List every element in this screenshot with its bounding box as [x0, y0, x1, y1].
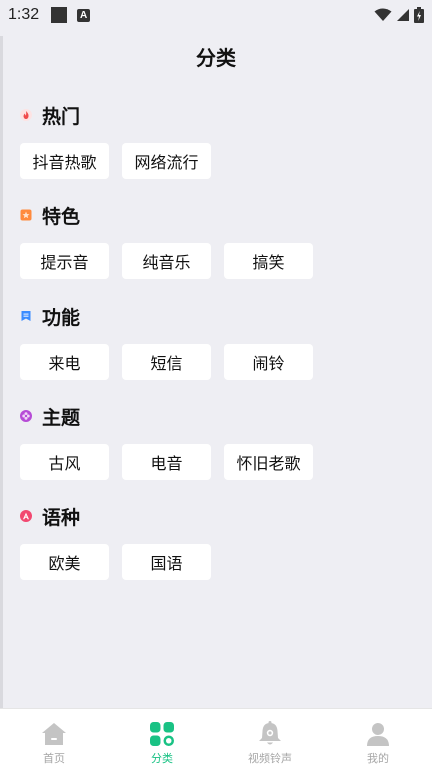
section-title: 语种 — [42, 506, 81, 529]
category-chip-western[interactable]: 欧美 — [20, 544, 109, 580]
status-bar: 1:32 A — [0, 0, 432, 30]
letter-a-icon — [20, 510, 32, 522]
bookmark-icon — [21, 311, 31, 321]
chip-list: 来电 短信 闹铃 — [20, 344, 420, 380]
section-hot: 热门 抖音热歌 网络流行 — [20, 101, 420, 179]
battery-icon — [414, 7, 424, 23]
status-indicators — [374, 7, 424, 23]
category-chip-sms[interactable]: 短信 — [122, 344, 211, 380]
section-function: 功能 来电 短信 闹铃 — [20, 302, 420, 380]
section-header: 主题 — [20, 402, 420, 430]
section-header: 热门 — [20, 101, 420, 129]
nav-item-home[interactable]: 首页 — [0, 709, 108, 769]
category-chip-internet[interactable]: 网络流行 — [122, 143, 211, 179]
person-icon — [365, 721, 391, 747]
signal-icon — [397, 9, 409, 21]
section-title: 特色 — [42, 205, 81, 228]
section-title: 主题 — [42, 406, 81, 429]
left-edge-divider — [0, 36, 3, 736]
nav-item-category[interactable]: 分类 — [108, 709, 216, 769]
section-theme: 主题 古风 电音 怀旧老歌 — [20, 402, 420, 480]
section-featured: 特色 提示音 纯音乐 搞笑 — [20, 201, 420, 279]
chip-list: 欧美 国语 — [20, 544, 420, 580]
nav-item-mine[interactable]: 我的 — [324, 709, 432, 769]
category-chip-call[interactable]: 来电 — [20, 344, 109, 380]
category-chip-ancient[interactable]: 古风 — [20, 444, 109, 480]
home-icon — [41, 721, 67, 747]
category-chip-instrumental[interactable]: 纯音乐 — [122, 243, 211, 279]
flower-icon — [20, 410, 32, 422]
status-time: 1:32 — [8, 6, 40, 23]
page-title: 分类 — [196, 46, 236, 70]
section-title: 功能 — [42, 306, 81, 329]
fire-icon — [20, 109, 32, 121]
nav-label-video-ringtone: 视频铃声 — [248, 752, 292, 765]
category-chip-tone[interactable]: 提示音 — [20, 243, 109, 279]
notification-a-icon: A — [77, 8, 91, 22]
section-language: 语种 欧美 国语 — [20, 502, 420, 580]
chip-list: 提示音 纯音乐 搞笑 — [20, 243, 420, 279]
category-grid-icon — [149, 721, 175, 747]
nav-label-category: 分类 — [151, 752, 173, 765]
bottom-nav: 首页 分类 视频铃声 我的 — [0, 708, 432, 769]
notification-square-icon — [51, 7, 68, 23]
nav-item-video-ringtone[interactable]: 视频铃声 — [216, 709, 324, 769]
bell-icon — [257, 721, 283, 747]
chip-list: 古风 电音 怀旧老歌 — [20, 444, 420, 480]
category-chip-alarm[interactable]: 闹铃 — [224, 344, 313, 380]
section-header: 特色 — [20, 201, 420, 229]
section-title: 热门 — [42, 105, 81, 128]
category-chip-mandarin[interactable]: 国语 — [122, 544, 211, 580]
section-header: 功能 — [20, 302, 420, 330]
section-header: 语种 — [20, 502, 420, 530]
category-chip-oldies[interactable]: 怀旧老歌 — [224, 444, 313, 480]
nav-label-mine: 我的 — [367, 752, 389, 765]
category-chip-douyin[interactable]: 抖音热歌 — [20, 143, 109, 179]
category-chip-funny[interactable]: 搞笑 — [224, 243, 313, 279]
nav-label-home: 首页 — [43, 752, 65, 765]
wifi-icon — [374, 8, 392, 21]
category-chip-electronic[interactable]: 电音 — [122, 444, 211, 480]
star-square-icon — [20, 209, 32, 221]
chip-list: 抖音热歌 网络流行 — [20, 143, 420, 179]
